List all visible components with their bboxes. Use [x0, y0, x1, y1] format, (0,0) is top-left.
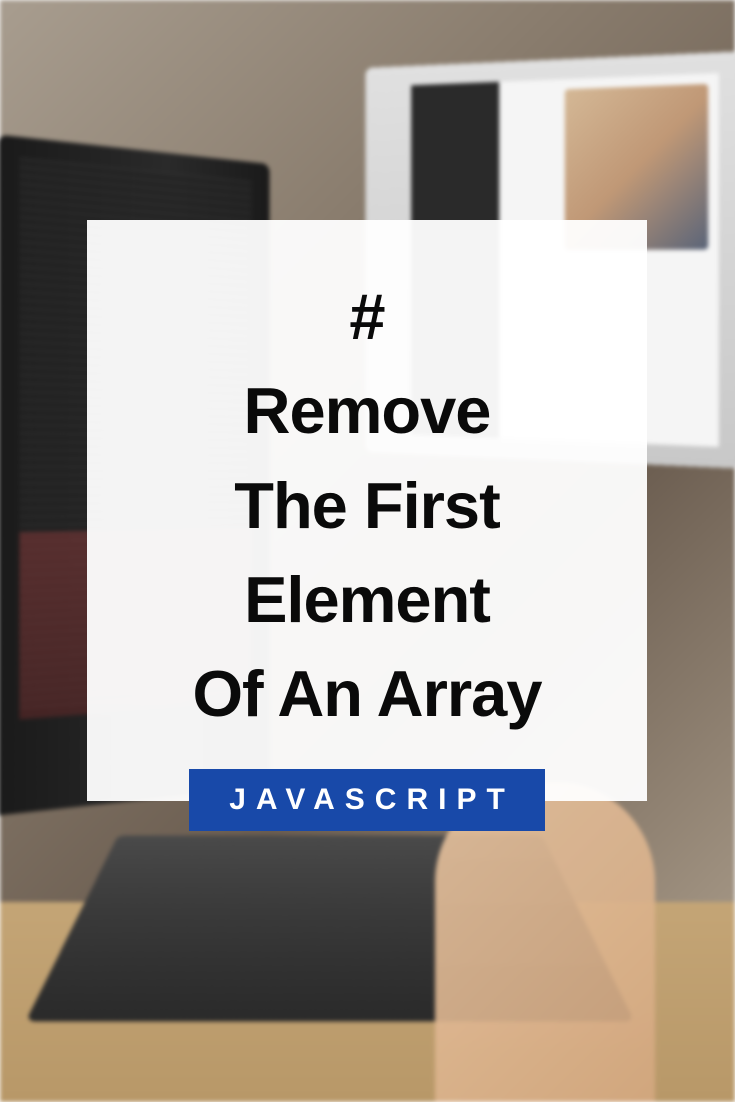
card-title: # Remove The First Element Of An Array — [193, 270, 542, 741]
content-card: # Remove The First Element Of An Array J… — [87, 220, 647, 801]
category-badge: JAVASCRIPT — [189, 769, 545, 831]
